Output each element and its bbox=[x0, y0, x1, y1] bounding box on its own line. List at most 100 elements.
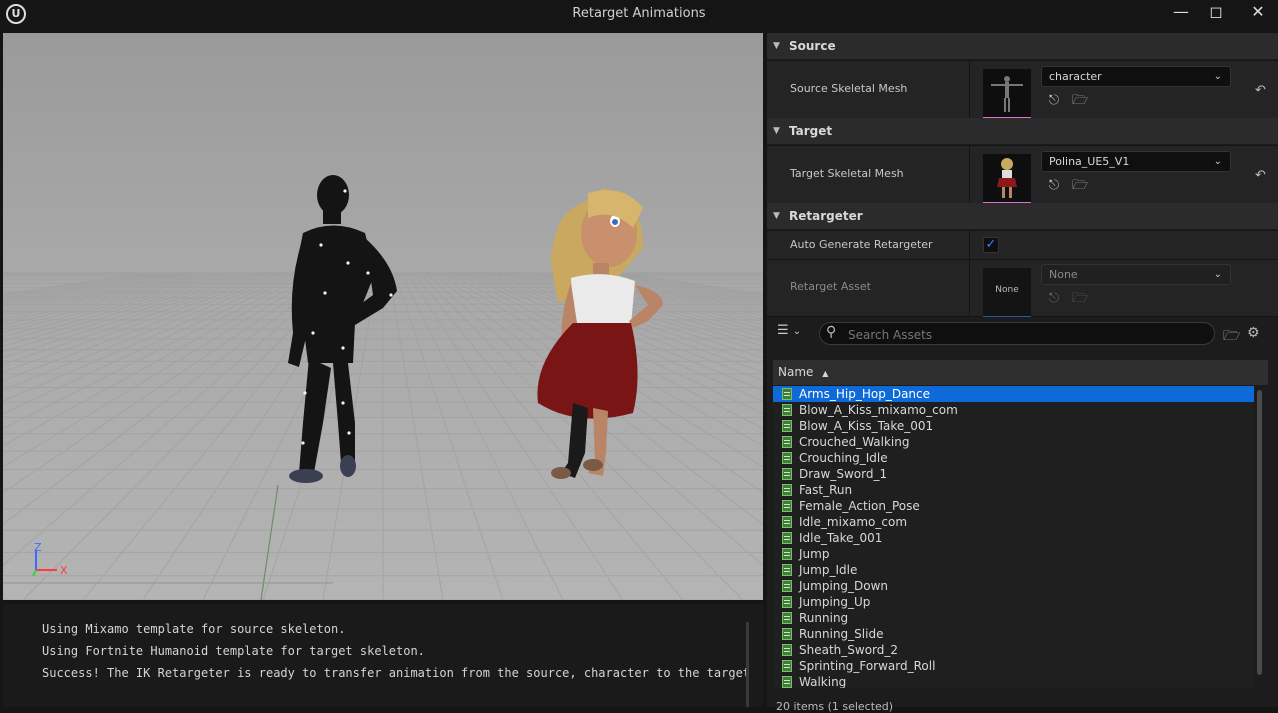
retarget-asset-combo[interactable]: None ⌄ bbox=[1041, 264, 1231, 285]
asset-name: Arms_Hip_Hop_Dance bbox=[799, 387, 931, 401]
browse-to-asset-icon[interactable]: ⎋ bbox=[1045, 177, 1063, 195]
reset-arrow-icon[interactable]: ↶ bbox=[1255, 168, 1271, 184]
maximize-button[interactable]: ◻ bbox=[1203, 2, 1229, 24]
asset-list-item[interactable]: Idle_mixamo_com bbox=[773, 514, 1254, 530]
animation-sequence-icon bbox=[782, 548, 792, 560]
asset-name: Jumping_Down bbox=[799, 579, 889, 593]
gear-icon[interactable]: ⚙ bbox=[1247, 325, 1260, 341]
reset-arrow-icon[interactable]: ↶ bbox=[1255, 83, 1271, 99]
asset-list-item[interactable]: Jumping_Up bbox=[773, 594, 1254, 610]
animation-sequence-icon bbox=[782, 388, 792, 400]
asset-list-item[interactable]: Blow_A_Kiss_Take_001 bbox=[773, 418, 1254, 434]
source-mesh-thumbnail[interactable] bbox=[983, 69, 1031, 119]
search-box: ⚲ bbox=[819, 322, 1215, 345]
asset-list-item[interactable]: Running_Slide bbox=[773, 626, 1254, 642]
search-icon: ⚲ bbox=[826, 324, 837, 340]
log-line: Using Fortnite Humanoid template for tar… bbox=[42, 640, 752, 662]
log-line: Success! The IK Retargeter is ready to t… bbox=[42, 662, 752, 684]
animation-sequence-icon bbox=[782, 564, 792, 576]
asset-name: Running_Slide bbox=[799, 627, 884, 641]
close-button[interactable]: ✕ bbox=[1245, 2, 1271, 24]
collapse-arrow-icon: ▼ bbox=[773, 211, 780, 221]
animation-sequence-icon bbox=[782, 436, 792, 448]
asset-name: Jump bbox=[799, 547, 830, 561]
animation-sequence-icon bbox=[782, 500, 792, 512]
asset-list-item[interactable]: Crouching_Idle bbox=[773, 450, 1254, 466]
preview-viewport[interactable]: Z X bbox=[3, 33, 763, 600]
browse-to-asset-icon[interactable]: ⎋ bbox=[1045, 92, 1063, 110]
asset-list-item[interactable]: Jump bbox=[773, 546, 1254, 562]
asset-name: Idle_mixamo_com bbox=[799, 515, 908, 529]
asset-list-item[interactable]: Walking bbox=[773, 674, 1254, 688]
asset-list-item[interactable]: Idle_Take_001 bbox=[773, 530, 1254, 546]
asset-list-scrollbar[interactable] bbox=[1257, 390, 1262, 675]
find-in-content-browser-icon[interactable]: 🗁 bbox=[1071, 177, 1089, 195]
asset-name: Sheath_Sword_2 bbox=[799, 643, 899, 657]
message-log: Using Mixamo template for source skeleto… bbox=[3, 604, 763, 707]
asset-list-item[interactable]: Arms_Hip_Hop_Dance bbox=[773, 386, 1254, 402]
asset-list-item[interactable]: Draw_Sword_1 bbox=[773, 466, 1254, 482]
sort-ascending-icon: ▲ bbox=[822, 369, 829, 378]
category-retargeter[interactable]: ▼ Retargeter bbox=[767, 203, 1278, 229]
asset-name: Running bbox=[799, 611, 849, 625]
window-title: Retarget Animations bbox=[572, 6, 706, 21]
asset-name: Blow_A_Kiss_Take_001 bbox=[799, 419, 934, 433]
find-in-content-browser-icon[interactable]: 🗁 bbox=[1071, 290, 1089, 308]
asset-list-item[interactable]: Running bbox=[773, 610, 1254, 626]
category-source[interactable]: ▼ Source bbox=[767, 33, 1278, 59]
asset-name: Jumping_Up bbox=[799, 595, 871, 609]
column-header-name[interactable]: Name ▲ bbox=[773, 360, 1268, 385]
asset-name: Female_Action_Pose bbox=[799, 499, 920, 513]
minimize-button[interactable]: — bbox=[1168, 2, 1194, 24]
asset-name: Blow_A_Kiss_mixamo_com bbox=[799, 403, 958, 417]
animation-sequence-icon bbox=[782, 468, 792, 480]
target-mesh-thumbnail[interactable] bbox=[983, 154, 1031, 204]
log-scrollbar[interactable] bbox=[746, 622, 749, 707]
axis-z-label: Z bbox=[34, 541, 42, 554]
asset-name: Jump_Idle bbox=[799, 563, 858, 577]
details-panel: ▼ Source Source Skeletal Mesh character … bbox=[767, 33, 1278, 318]
animation-sequence-icon bbox=[782, 420, 792, 432]
source-skeletal-mesh-row: Source Skeletal Mesh character ⌄ ⎋ 🗁 ↶ bbox=[767, 60, 1278, 119]
asset-name: Fast_Run bbox=[799, 483, 853, 497]
search-input[interactable] bbox=[846, 325, 1210, 344]
target-mesh-combo[interactable]: Polina_UE5_V1 ⌄ bbox=[1041, 151, 1231, 172]
viewport-scene: Z X bbox=[3, 33, 763, 600]
source-skeletal-mesh-label: Source Skeletal Mesh bbox=[790, 82, 908, 95]
asset-list-item[interactable]: Fast_Run bbox=[773, 482, 1254, 498]
axis-x-label: X bbox=[60, 564, 68, 577]
animation-sequence-icon bbox=[782, 676, 792, 688]
retarget-asset-thumbnail[interactable]: None bbox=[983, 268, 1031, 318]
chevron-down-icon: ⌄ bbox=[792, 326, 802, 337]
log-line: Using Mixamo template for source skeleto… bbox=[42, 618, 752, 640]
auto-generate-label: Auto Generate Retargeter bbox=[790, 238, 933, 251]
source-mesh-combo[interactable]: character ⌄ bbox=[1041, 66, 1231, 87]
asset-list-item[interactable]: Female_Action_Pose bbox=[773, 498, 1254, 514]
animation-sequence-icon bbox=[782, 484, 792, 496]
collapse-arrow-icon: ▼ bbox=[773, 41, 780, 51]
find-in-content-browser-icon[interactable]: 🗁 bbox=[1071, 92, 1089, 110]
chevron-down-icon: ⌄ bbox=[1213, 269, 1222, 280]
asset-name: Crouching_Idle bbox=[799, 451, 888, 465]
asset-list-item[interactable]: Jumping_Down bbox=[773, 578, 1254, 594]
animation-sequence-icon bbox=[782, 660, 792, 672]
animation-sequence-icon bbox=[782, 404, 792, 416]
target-skeletal-mesh-label: Target Skeletal Mesh bbox=[790, 167, 904, 180]
asset-list-item[interactable]: Sprinting_Forward_Roll bbox=[773, 658, 1254, 674]
asset-name: Crouched_Walking bbox=[799, 435, 910, 449]
folder-icon[interactable]: 🗁 bbox=[1223, 325, 1240, 349]
tpose-figure-icon bbox=[991, 76, 1023, 112]
filter-dropdown[interactable]: ☰ ⌄ bbox=[777, 323, 813, 343]
animation-sequence-icon bbox=[782, 452, 792, 464]
title-bar: U Retarget Animations — ◻ ✕ bbox=[0, 0, 1278, 30]
filter-icon: ☰ bbox=[777, 323, 789, 338]
asset-list-item[interactable]: Jump_Idle bbox=[773, 562, 1254, 578]
asset-list-item[interactable]: Blow_A_Kiss_mixamo_com bbox=[773, 402, 1254, 418]
asset-list-item[interactable]: Sheath_Sword_2 bbox=[773, 642, 1254, 658]
auto-generate-checkbox[interactable]: ✓ bbox=[983, 237, 999, 253]
browse-to-asset-icon[interactable]: ⎋ bbox=[1045, 290, 1063, 308]
category-target[interactable]: ▼ Target bbox=[767, 118, 1278, 144]
asset-list-item[interactable]: Crouched_Walking bbox=[773, 434, 1254, 450]
asset-browser: ☰ ⌄ ⚲ 🗁 ⚙ Name ▲ Arms_Hip_Hop_Dance Blow_… bbox=[767, 317, 1278, 713]
asset-name: Walking bbox=[799, 675, 847, 688]
